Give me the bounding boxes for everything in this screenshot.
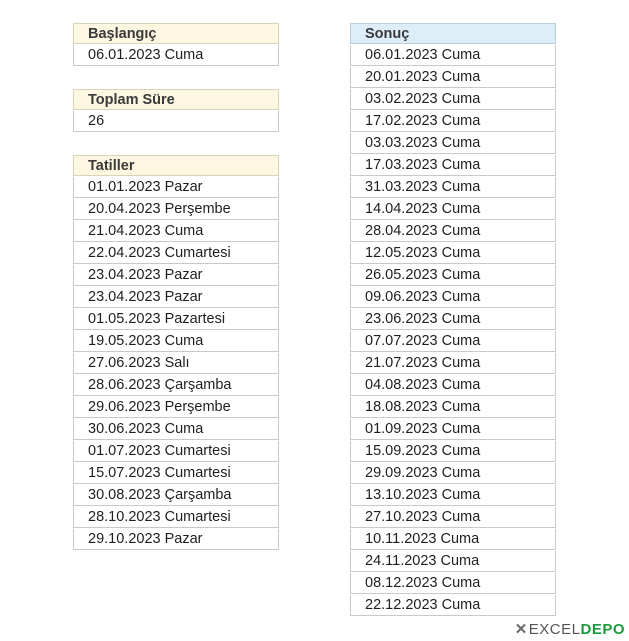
holiday-cell[interactable]: 20.04.2023 Perşembe bbox=[73, 199, 279, 220]
holiday-cell[interactable]: 27.06.2023 Salı bbox=[73, 353, 279, 374]
holiday-cell[interactable]: 23.04.2023 Pazar bbox=[73, 287, 279, 308]
result-cell[interactable]: 22.12.2023 Cuma bbox=[350, 595, 556, 616]
holiday-cell[interactable]: 22.04.2023 Cumartesi bbox=[73, 243, 279, 264]
holiday-cell[interactable]: 21.04.2023 Cuma bbox=[73, 221, 279, 242]
start-value-cell[interactable]: 06.01.2023 Cuma bbox=[73, 45, 279, 66]
result-cell[interactable]: 18.08.2023 Cuma bbox=[350, 397, 556, 418]
result-cell[interactable]: 24.11.2023 Cuma bbox=[350, 551, 556, 572]
result-cell[interactable]: 01.09.2023 Cuma bbox=[350, 419, 556, 440]
logo-excel-text: EXCEL bbox=[528, 620, 581, 638]
result-cell[interactable]: 20.01.2023 Cuma bbox=[350, 67, 556, 88]
result-cell[interactable]: 23.06.2023 Cuma bbox=[350, 309, 556, 330]
result-cell[interactable]: 17.02.2023 Cuma bbox=[350, 111, 556, 132]
result-cell[interactable]: 14.04.2023 Cuma bbox=[350, 199, 556, 220]
holiday-cell[interactable]: 28.06.2023 Çarşamba bbox=[73, 375, 279, 396]
holiday-cell[interactable]: 23.04.2023 Pazar bbox=[73, 265, 279, 286]
holidays-table: Tatiller 01.01.2023 Pazar 20.04.2023 Perş… bbox=[73, 155, 279, 550]
result-cell[interactable]: 12.05.2023 Cuma bbox=[350, 243, 556, 264]
result-cell[interactable]: 13.10.2023 Cuma bbox=[350, 485, 556, 506]
holiday-cell[interactable]: 01.01.2023 Pazar bbox=[73, 177, 279, 198]
holiday-cell[interactable]: 15.07.2023 Cumartesi bbox=[73, 463, 279, 484]
result-cell[interactable]: 07.07.2023 Cuma bbox=[350, 331, 556, 352]
total-duration-value-cell[interactable]: 26 bbox=[73, 111, 279, 132]
result-cell[interactable]: 17.03.2023 Cuma bbox=[350, 155, 556, 176]
result-cell[interactable]: 29.09.2023 Cuma bbox=[350, 463, 556, 484]
start-header: Başlangıç bbox=[73, 23, 279, 44]
result-cell[interactable]: 27.10.2023 Cuma bbox=[350, 507, 556, 528]
result-table: Sonuç 06.01.2023 Cuma 20.01.2023 Cuma 03.0… bbox=[350, 23, 556, 616]
holiday-cell[interactable]: 30.08.2023 Çarşamba bbox=[73, 485, 279, 506]
result-cell[interactable]: 10.11.2023 Cuma bbox=[350, 529, 556, 550]
result-cell[interactable]: 28.04.2023 Cuma bbox=[350, 221, 556, 242]
excel-depo-logo: ✕ EXCEL DEPO bbox=[515, 619, 625, 639]
result-cell[interactable]: 21.07.2023 Cuma bbox=[350, 353, 556, 374]
result-cell[interactable]: 09.06.2023 Cuma bbox=[350, 287, 556, 308]
result-cell[interactable]: 04.08.2023 Cuma bbox=[350, 375, 556, 396]
start-table: Başlangıç 06.01.2023 Cuma bbox=[73, 23, 279, 66]
logo-x-icon: ✕ bbox=[514, 621, 528, 638]
result-cell[interactable]: 15.09.2023 Cuma bbox=[350, 441, 556, 462]
logo-depo-text: DEPO bbox=[580, 620, 625, 638]
holiday-cell[interactable]: 28.10.2023 Cumartesi bbox=[73, 507, 279, 528]
holidays-header: Tatiller bbox=[73, 155, 279, 176]
holiday-cell[interactable]: 19.05.2023 Cuma bbox=[73, 331, 279, 352]
total-duration-header: Toplam Süre bbox=[73, 89, 279, 110]
result-cell[interactable]: 03.03.2023 Cuma bbox=[350, 133, 556, 154]
result-cell[interactable]: 06.01.2023 Cuma bbox=[350, 45, 556, 66]
total-duration-table: Toplam Süre 26 bbox=[73, 89, 279, 132]
result-cell[interactable]: 26.05.2023 Cuma bbox=[350, 265, 556, 286]
holiday-cell[interactable]: 01.07.2023 Cumartesi bbox=[73, 441, 279, 462]
result-cell[interactable]: 08.12.2023 Cuma bbox=[350, 573, 556, 594]
holiday-cell[interactable]: 30.06.2023 Cuma bbox=[73, 419, 279, 440]
result-cell[interactable]: 31.03.2023 Cuma bbox=[350, 177, 556, 198]
holiday-cell[interactable]: 01.05.2023 Pazartesi bbox=[73, 309, 279, 330]
result-header: Sonuç bbox=[350, 23, 556, 44]
holiday-cell[interactable]: 29.10.2023 Pazar bbox=[73, 529, 279, 550]
result-cell[interactable]: 03.02.2023 Cuma bbox=[350, 89, 556, 110]
holiday-cell[interactable]: 29.06.2023 Perşembe bbox=[73, 397, 279, 418]
